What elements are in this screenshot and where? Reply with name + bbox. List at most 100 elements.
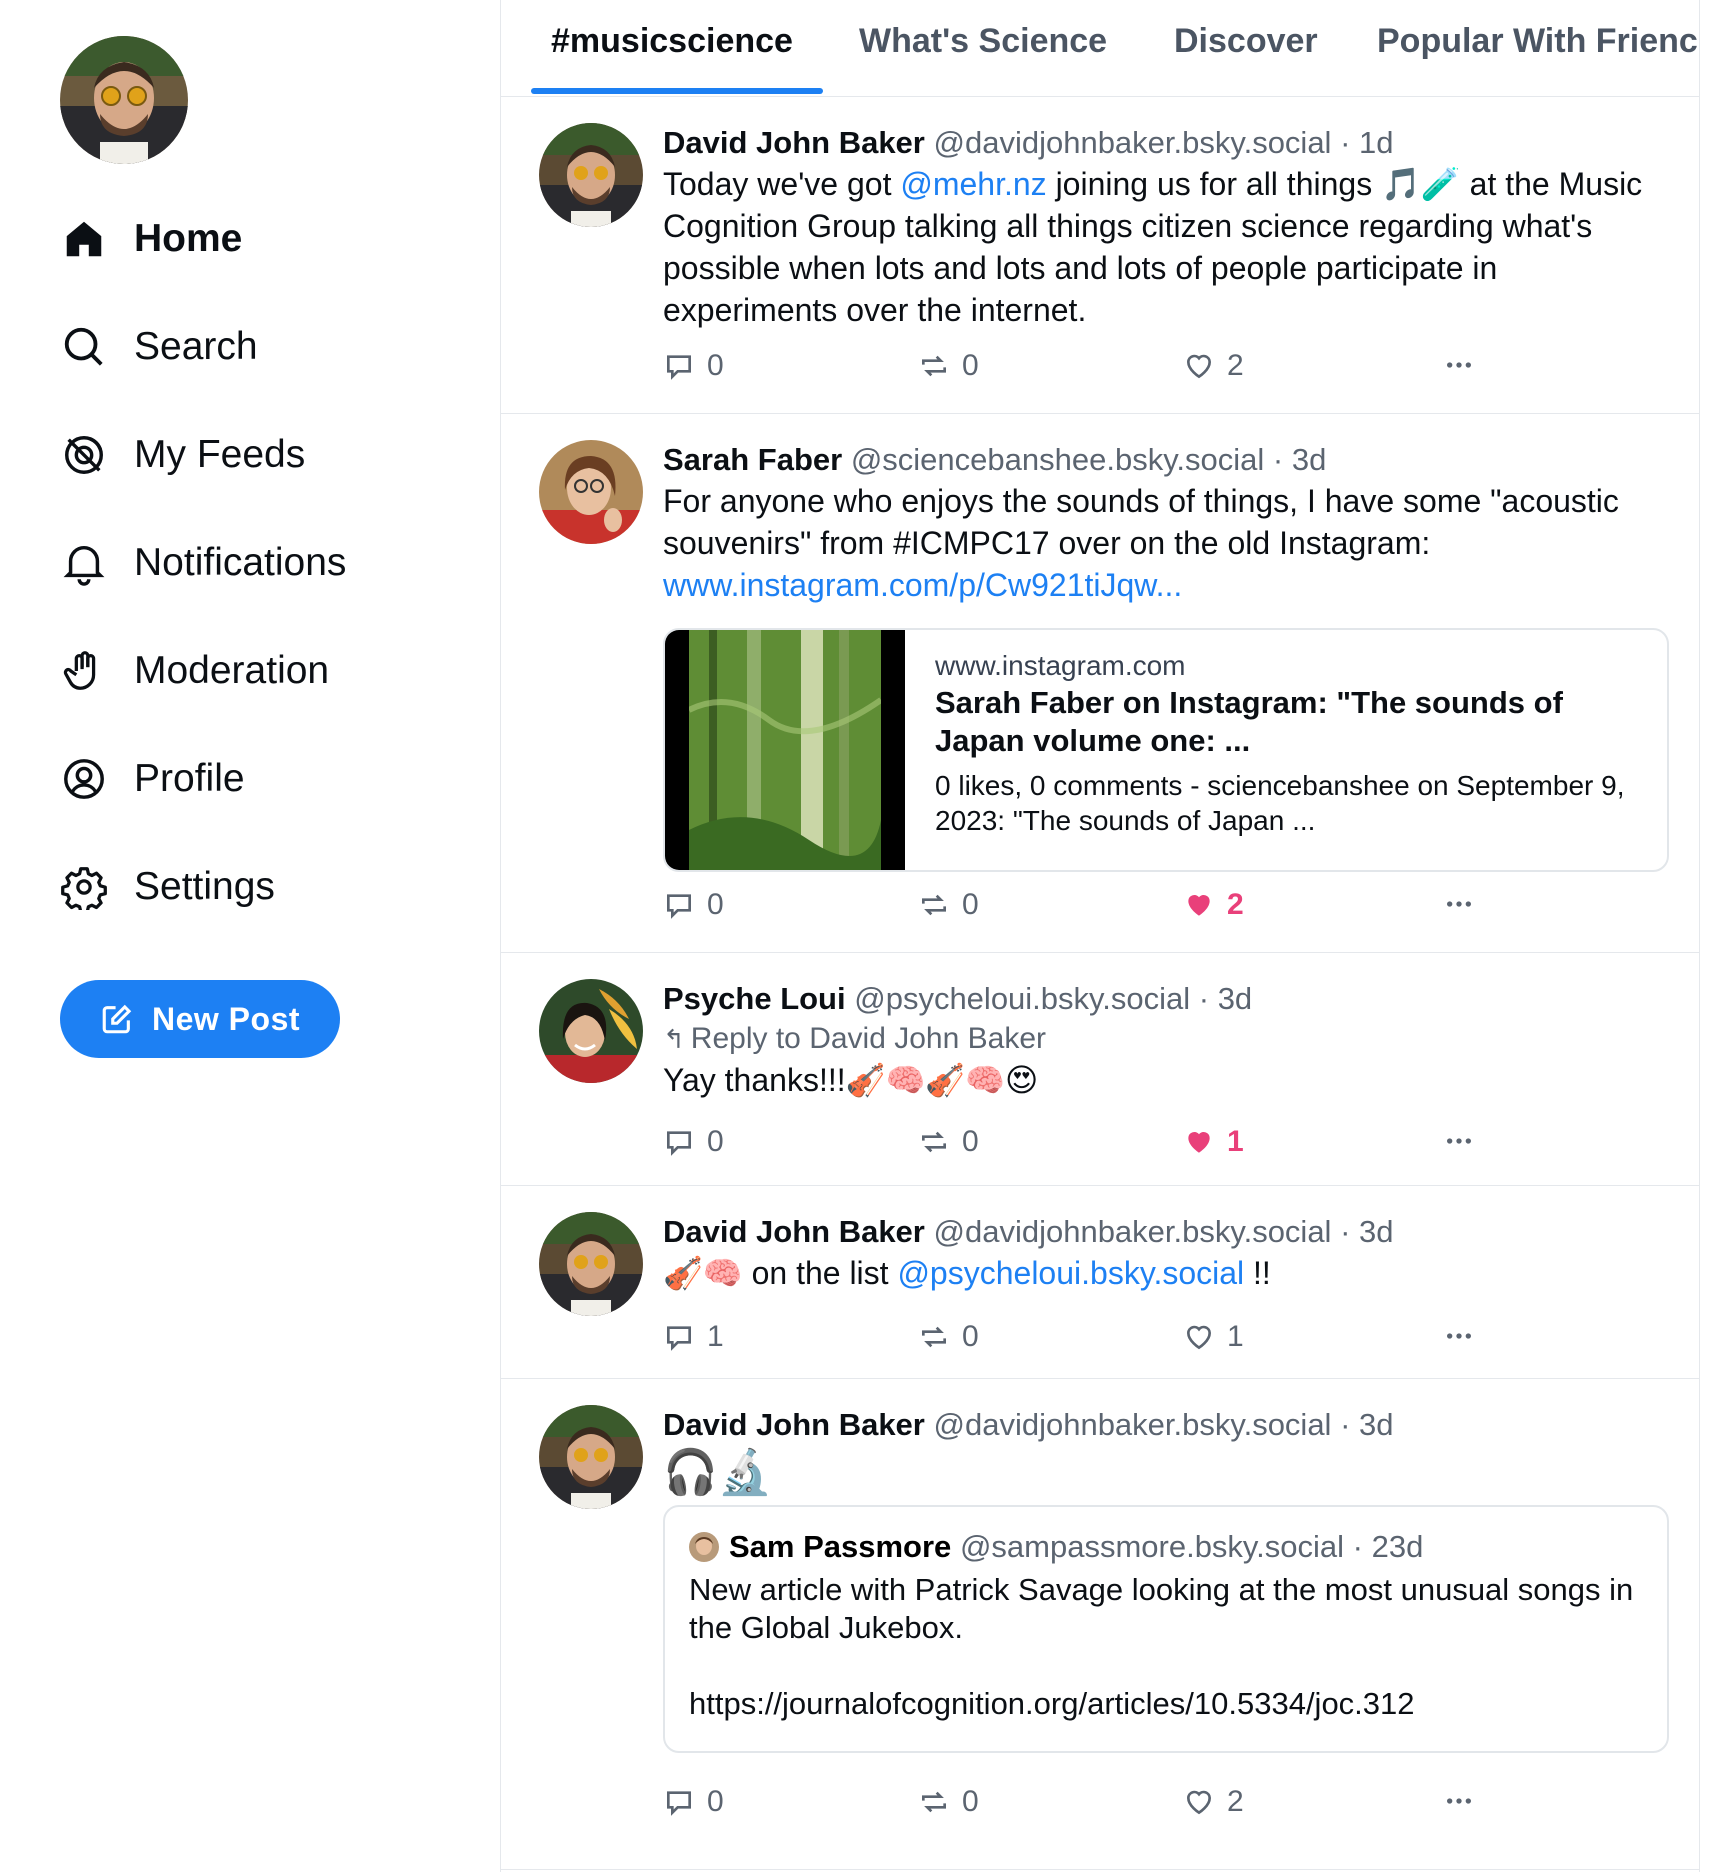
nav-home-label: Home: [134, 217, 243, 260]
feed-post[interactable]: David John Baker @davidjohnbaker.bsky.so…: [501, 1186, 1699, 1379]
author-name[interactable]: David John Baker: [663, 1407, 925, 1442]
heart-filled-icon: [1188, 895, 1210, 916]
avatar[interactable]: [539, 1405, 643, 1509]
author-handle[interactable]: @davidjohnbaker.bsky.social: [934, 1214, 1332, 1249]
link-preview-body: www.instagram.com Sarah Faber on Instagr…: [935, 648, 1647, 838]
reply-context[interactable]: ↰ Reply to David John Baker: [663, 1019, 1669, 1059]
active-tab-indicator: [531, 88, 823, 94]
feed-post[interactable]: Psyche Loui @psycheloui.bsky.social · 3d…: [501, 953, 1699, 1186]
avatar[interactable]: [539, 1212, 643, 1316]
author-handle[interactable]: @psycheloui.bsky.social: [854, 981, 1190, 1016]
feed-tabs: #musicscience What's Science Discover Po…: [501, 0, 1699, 97]
repost-button[interactable]: 0: [918, 888, 979, 922]
author-name[interactable]: Sarah Faber: [663, 442, 842, 477]
reply-button[interactable]: 0: [663, 1785, 724, 1819]
quoted-author-handle: @sampassmore.bsky.social: [959, 1529, 1345, 1564]
ellipsis-icon: [1447, 362, 1471, 368]
like-count: 1: [1227, 1125, 1244, 1158]
post-time[interactable]: 3d: [1292, 442, 1326, 477]
reply-button[interactable]: 1: [663, 1320, 724, 1354]
nav-notifications[interactable]: Notifications: [60, 509, 346, 617]
feed-post[interactable]: Sarah Faber @sciencebanshee.bsky.social …: [501, 414, 1699, 953]
app: Home Search My Feeds Notifications Moder…: [0, 0, 1712, 1872]
author-name[interactable]: David John Baker: [663, 125, 925, 160]
heart-icon: [1186, 1325, 1212, 1350]
nav-moderation[interactable]: Moderation: [60, 617, 346, 725]
post-text: 🎻🧠 on the list @psycheloui.bsky.social !…: [663, 1252, 1669, 1294]
avatar[interactable]: [539, 123, 643, 227]
avatar[interactable]: [539, 979, 643, 1083]
new-post-button[interactable]: New Post: [60, 980, 340, 1058]
link-preview-thumbnail: [665, 630, 905, 870]
external-link[interactable]: www.instagram.com/p/Cw921tiJqw...: [663, 567, 1182, 603]
post-actions: 1 0 1: [663, 1320, 1483, 1360]
home-icon: [60, 215, 108, 263]
heart-icon: [1186, 354, 1212, 379]
more-options-button[interactable]: [1443, 1320, 1487, 1352]
post-header: Psyche Loui @psycheloui.bsky.social · 3d: [663, 979, 1669, 1019]
more-options-button[interactable]: [1443, 349, 1487, 381]
reply-icon: [667, 355, 691, 380]
tab-musicscience[interactable]: #musicscience: [551, 22, 793, 61]
quoted-post[interactable]: Sam Passmore @sampassmore.bsky.social · …: [663, 1505, 1669, 1753]
mention-link[interactable]: @mehr.nz: [900, 166, 1046, 202]
link-preview-domain: www.instagram.com: [935, 650, 1186, 681]
post-text-part: !!: [1244, 1255, 1271, 1291]
repost-count: 0: [962, 1320, 979, 1353]
repost-button[interactable]: 0: [918, 1785, 979, 1819]
post-time[interactable]: 3d: [1359, 1407, 1393, 1442]
like-button[interactable]: 1: [1183, 1320, 1244, 1354]
heart-filled-icon: [1188, 1132, 1210, 1153]
post-content: David John Baker @davidjohnbaker.bsky.so…: [663, 1405, 1669, 1501]
post-header: David John Baker @davidjohnbaker.bsky.so…: [663, 1212, 1669, 1252]
reply-button[interactable]: 0: [663, 349, 724, 383]
tab-whats-science[interactable]: What's Science: [859, 22, 1107, 61]
repost-button[interactable]: 0: [918, 1320, 979, 1354]
post-text-part: Today we've got: [663, 166, 901, 202]
nav-home[interactable]: Home: [60, 185, 346, 293]
post-time[interactable]: 3d: [1359, 1214, 1393, 1249]
reply-icon: [667, 1326, 691, 1351]
nav-profile[interactable]: Profile: [60, 725, 346, 833]
like-button[interactable]: 2: [1183, 349, 1244, 383]
link-preview-card[interactable]: www.instagram.com Sarah Faber on Instagr…: [663, 628, 1669, 872]
ellipsis-icon: [1447, 1333, 1471, 1339]
feed-column: #musicscience What's Science Discover Po…: [500, 0, 1700, 1872]
more-options-button[interactable]: [1443, 1785, 1487, 1817]
bell-icon: [60, 539, 108, 587]
reply-button[interactable]: 0: [663, 1125, 724, 1159]
post-header: David John Baker @davidjohnbaker.bsky.so…: [663, 1405, 1669, 1445]
more-options-button[interactable]: [1443, 1125, 1487, 1157]
repost-count: 0: [962, 1785, 979, 1818]
post-time[interactable]: 3d: [1218, 981, 1252, 1016]
post-time[interactable]: 1d: [1359, 125, 1393, 160]
reply-icon: [667, 1131, 691, 1156]
tab-discover[interactable]: Discover: [1174, 22, 1318, 61]
separator-dot: ·: [1352, 1529, 1363, 1564]
like-button[interactable]: 2: [1183, 1785, 1244, 1819]
like-button[interactable]: 2: [1183, 888, 1244, 922]
feed-post[interactable]: David John Baker @davidjohnbaker.bsky.so…: [501, 97, 1699, 414]
current-user-avatar[interactable]: [60, 36, 188, 164]
author-name[interactable]: Psyche Loui: [663, 981, 846, 1016]
repost-button[interactable]: 0: [918, 349, 979, 383]
like-button[interactable]: 1: [1183, 1125, 1244, 1159]
author-handle[interactable]: @davidjohnbaker.bsky.social: [934, 1407, 1332, 1442]
reply-count: 0: [707, 1785, 724, 1818]
more-options-button[interactable]: [1443, 888, 1487, 920]
reply-count: 1: [707, 1320, 724, 1353]
like-count: 2: [1227, 349, 1244, 382]
feed-post[interactable]: David John Baker @davidjohnbaker.bsky.so…: [501, 1379, 1699, 1870]
avatar[interactable]: [539, 440, 643, 544]
reply-button[interactable]: 0: [663, 888, 724, 922]
post-content: Psyche Loui @psycheloui.bsky.social · 3d…: [663, 979, 1669, 1101]
nav-my-feeds[interactable]: My Feeds: [60, 401, 346, 509]
mention-link[interactable]: @psycheloui.bsky.social: [897, 1255, 1244, 1291]
nav-settings[interactable]: Settings: [60, 833, 346, 941]
author-handle[interactable]: @davidjohnbaker.bsky.social: [934, 125, 1332, 160]
author-name[interactable]: David John Baker: [663, 1214, 925, 1249]
nav-search[interactable]: Search: [60, 293, 346, 401]
author-handle[interactable]: @sciencebanshee.bsky.social: [851, 442, 1264, 477]
repost-button[interactable]: 0: [918, 1125, 979, 1159]
tab-popular-with-friends[interactable]: Popular With Frienc: [1377, 22, 1698, 61]
